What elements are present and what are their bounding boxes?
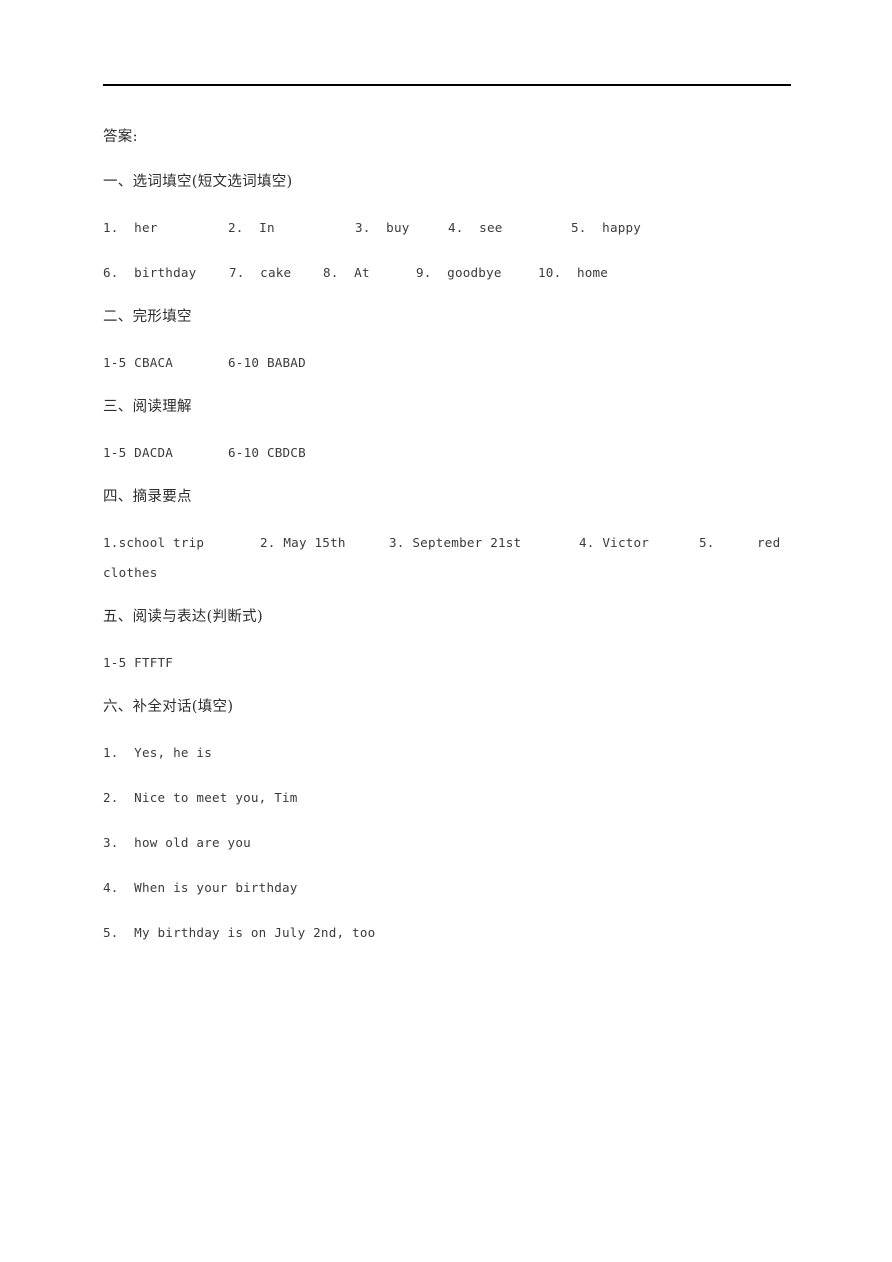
answer-item: 1.school trip xyxy=(103,535,205,550)
answer-item: 9. goodbye xyxy=(416,265,502,280)
section-heading-3: 三、阅读理解 xyxy=(103,399,192,415)
answer-item: 3. September 21st xyxy=(389,535,522,550)
answer-item: 5. xyxy=(699,535,715,550)
answer-key-item: 6-10 CBDCB xyxy=(228,445,306,460)
answer-item: 8. At xyxy=(323,265,370,280)
answer-item: 1. her xyxy=(103,220,158,235)
answer-item: 7. cake xyxy=(229,265,292,280)
answer-item: 3. buy xyxy=(355,220,410,235)
answer-item: 5. happy xyxy=(571,220,642,235)
page-title: 答案: xyxy=(103,129,138,145)
answer-key-item: 6-10 BABAD xyxy=(228,355,306,370)
answer-key-row: 1-5 CBACA 6-10 BABAD xyxy=(103,355,793,370)
dialogue-item: 3. how old are you xyxy=(103,835,251,850)
section-heading-1: 一、选词填空(短文选词填空) xyxy=(103,174,293,190)
dialogue-item: 5. My birthday is on July 2nd, too xyxy=(103,925,376,940)
section-heading-5: 五、阅读与表达(判断式) xyxy=(103,609,263,625)
answer-key-item: 1-5 DACDA xyxy=(103,445,174,460)
answer-item: 4. see xyxy=(448,220,503,235)
answer-item: 10. home xyxy=(538,265,609,280)
dialogue-item: 1. Yes, he is xyxy=(103,745,212,760)
answer-item: 6. birthday xyxy=(103,265,197,280)
answer-key-item: 1-5 FTFTF xyxy=(103,655,174,670)
dialogue-item: 4. When is your birthday xyxy=(103,880,298,895)
section-heading-4: 四、摘录要点 xyxy=(103,489,192,505)
section-heading-2: 二、完形填空 xyxy=(103,309,192,325)
answer-key-row: 1-5 FTFTF xyxy=(103,655,793,670)
dialogue-item: 2. Nice to meet you, Tim xyxy=(103,790,298,805)
document-page: 答案: 一、选词填空(短文选词填空) 1. her 2. In 3. buy 4… xyxy=(0,0,892,1262)
header-divider xyxy=(103,84,791,86)
answer-key-row: 1-5 DACDA 6-10 CBDCB xyxy=(103,445,793,460)
answer-row: 6. birthday 7. cake 8. At 9. goodbye 10.… xyxy=(103,265,793,280)
answer-sheet-content: 答案: 一、选词填空(短文选词填空) 1. her 2. In 3. buy 4… xyxy=(103,129,793,941)
answer-item: 2. In xyxy=(228,220,275,235)
answer-row: 1.school trip 2. May 15th 3. September 2… xyxy=(103,535,793,550)
section-heading-6: 六、补全对话(填空) xyxy=(103,699,234,715)
answer-row: 1. her 2. In 3. buy 4. see 5. happy xyxy=(103,220,793,235)
answer-item: red xyxy=(757,535,781,550)
answer-item: 4. Victor xyxy=(579,535,650,550)
answer-key-item: 1-5 CBACA xyxy=(103,355,174,370)
answer-item-continuation: clothes xyxy=(103,565,158,580)
answer-item: 2. May 15th xyxy=(260,535,346,550)
